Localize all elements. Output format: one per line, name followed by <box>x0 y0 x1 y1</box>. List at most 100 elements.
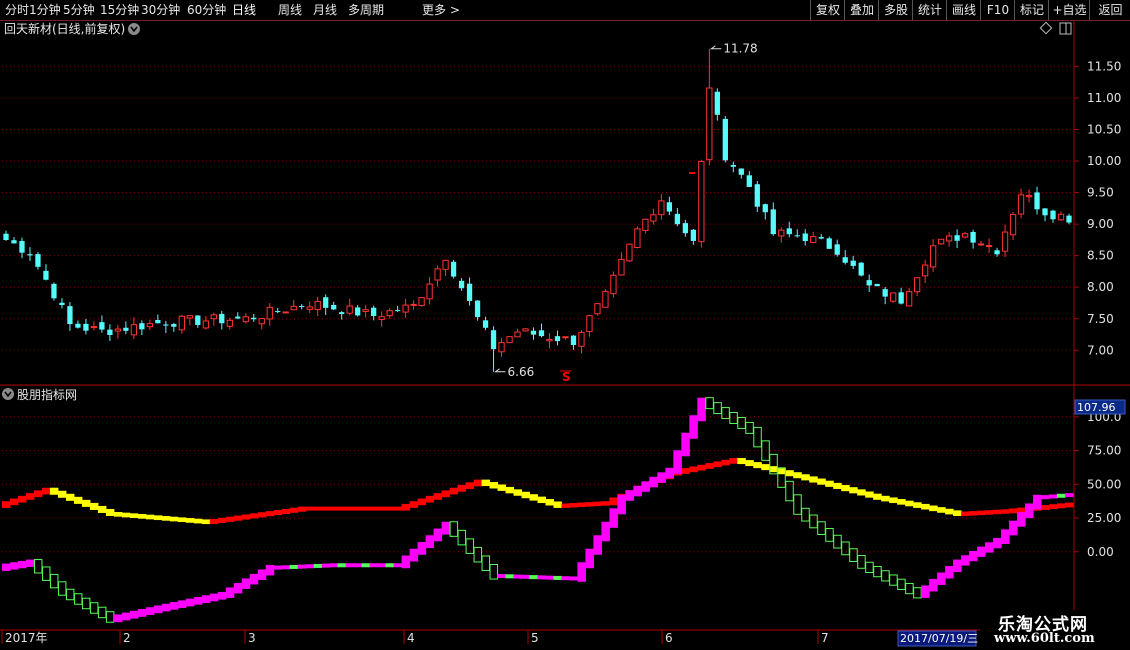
toolbar-tab-8[interactable]: 月线 <box>313 1 337 19</box>
toolbar-tab-7[interactable]: 周线 <box>278 1 302 19</box>
fast-line-rising <box>921 585 930 598</box>
fast-line-flat <box>1049 494 1058 499</box>
fast-line-rising <box>193 596 203 605</box>
candle-body-down <box>163 324 169 326</box>
candle-body-up <box>618 258 625 276</box>
price-tick-label: 7.00 <box>1087 343 1114 357</box>
toolbar-tab-9[interactable]: 多周期 <box>348 1 384 19</box>
candle-body-up <box>514 331 521 338</box>
candle-body-up <box>985 245 993 248</box>
fast-line-falling <box>65 588 75 601</box>
fast-line-falling <box>73 593 83 605</box>
toolbar-btn-8[interactable]: 返回 <box>1089 0 1130 20</box>
slow-line-segment <box>433 493 443 500</box>
fast-line-falling <box>801 507 810 522</box>
price-tick-label: 11.50 <box>1087 59 1121 73</box>
fast-line-flat <box>361 563 371 568</box>
high-price-label: 11.78 <box>723 42 757 56</box>
candle-body-down <box>235 316 241 319</box>
toolbar-tab-5[interactable]: 60分钟 <box>187 1 226 19</box>
slow-line-segment <box>817 478 826 485</box>
slow-line-segment <box>881 495 890 502</box>
toolbar-tab-3[interactable]: 15分钟 <box>100 1 139 19</box>
candle-body-up <box>810 236 817 243</box>
toolbar-tab-10[interactable]: 更多 > <box>422 1 460 19</box>
candle-body-down <box>994 250 1000 255</box>
slow-line-segment <box>561 503 570 508</box>
fast-line-rising <box>641 481 650 492</box>
slow-line-segment <box>17 495 27 503</box>
fast-line-rising <box>673 450 682 474</box>
slow-line-segment <box>121 512 131 518</box>
slow-line-segment <box>185 518 195 523</box>
slow-line-segment <box>929 505 938 512</box>
candle-body-down <box>19 240 25 253</box>
candle-body-down <box>570 335 577 346</box>
toolbar-btn-3[interactable]: 统计 <box>912 0 947 20</box>
toolbar-btn-4[interactable]: 画线 <box>946 0 981 20</box>
slow-line-segment <box>689 466 698 473</box>
slow-line-segment <box>833 482 842 490</box>
slow-line-segment <box>785 470 794 477</box>
candle-body-up <box>602 290 609 308</box>
main-panel-menu-icon <box>128 23 140 35</box>
slow-line-segment <box>113 512 123 517</box>
slow-line-segment <box>41 487 51 495</box>
fast-line-flat <box>305 564 315 569</box>
fast-line-flat <box>385 563 395 568</box>
candle-body-down <box>866 280 872 286</box>
fast-line-flat <box>553 575 562 580</box>
candle-body-up <box>650 214 657 222</box>
slow-line-segment <box>97 505 107 513</box>
slow-line-segment <box>2 501 11 508</box>
toolbar-btn-6[interactable]: 标记 <box>1014 0 1049 20</box>
toolbar-btn-2[interactable]: 多股 <box>878 0 913 20</box>
toolbar-btn-7[interactable]: +自选 <box>1048 0 1090 20</box>
toolbar-tab-0[interactable]: 分时 <box>5 1 29 19</box>
candle-body-down <box>762 204 768 213</box>
toolbar-tab-2[interactable]: 5分钟 <box>63 1 95 19</box>
date-axis-label: 7 <box>821 631 829 645</box>
slow-line-segment <box>225 516 235 522</box>
candle-body-up <box>961 233 969 238</box>
fast-line-rising <box>25 559 35 567</box>
candle-body-up <box>346 305 353 314</box>
toolbar-btn-1[interactable]: 叠加 <box>844 0 879 20</box>
candle-body-down <box>371 307 377 316</box>
candle-body-down <box>51 283 57 299</box>
toolbar-tab-4[interactable]: 30分钟 <box>141 1 180 19</box>
slow-line-segment <box>697 464 706 471</box>
fast-line-rising <box>153 605 163 614</box>
candle-body-down <box>738 168 744 175</box>
slow-line-segment <box>1041 505 1050 510</box>
fast-line-rising <box>217 591 227 600</box>
fast-line-flat <box>353 563 363 568</box>
fast-line-falling <box>841 541 850 556</box>
toolbar-btn-0[interactable]: 复权 <box>810 0 845 20</box>
candle-body-up <box>906 291 913 307</box>
candle-body-up <box>306 306 313 310</box>
slow-line-segment <box>945 508 954 515</box>
slow-line-segment <box>377 506 387 511</box>
fast-line-falling <box>825 528 834 542</box>
candle-body-down <box>666 202 673 212</box>
fast-line-falling <box>449 521 459 537</box>
toolbar-btn-5[interactable]: F10 <box>980 0 1015 20</box>
toolbar-tab-6[interactable]: 日线 <box>232 1 256 19</box>
slow-line-segment <box>1049 504 1058 510</box>
candle-body-up <box>114 328 122 332</box>
candle-body-down <box>107 329 113 335</box>
fast-line-flat <box>321 563 331 568</box>
slow-line-segment <box>609 497 618 506</box>
fast-line-rising <box>1033 494 1042 510</box>
candle-body-down <box>794 235 800 237</box>
slow-line-segment <box>761 464 770 471</box>
slow-line-segment <box>1001 509 1010 514</box>
toolbar-tab-1[interactable]: 1分钟 <box>29 1 61 19</box>
fast-line-falling <box>97 606 107 619</box>
fast-line-rising <box>137 609 147 617</box>
price-tick-label: 7.50 <box>1087 312 1114 326</box>
fast-line-flat <box>273 565 283 570</box>
candle-body-down <box>195 315 201 325</box>
candle-body-down <box>714 91 720 115</box>
